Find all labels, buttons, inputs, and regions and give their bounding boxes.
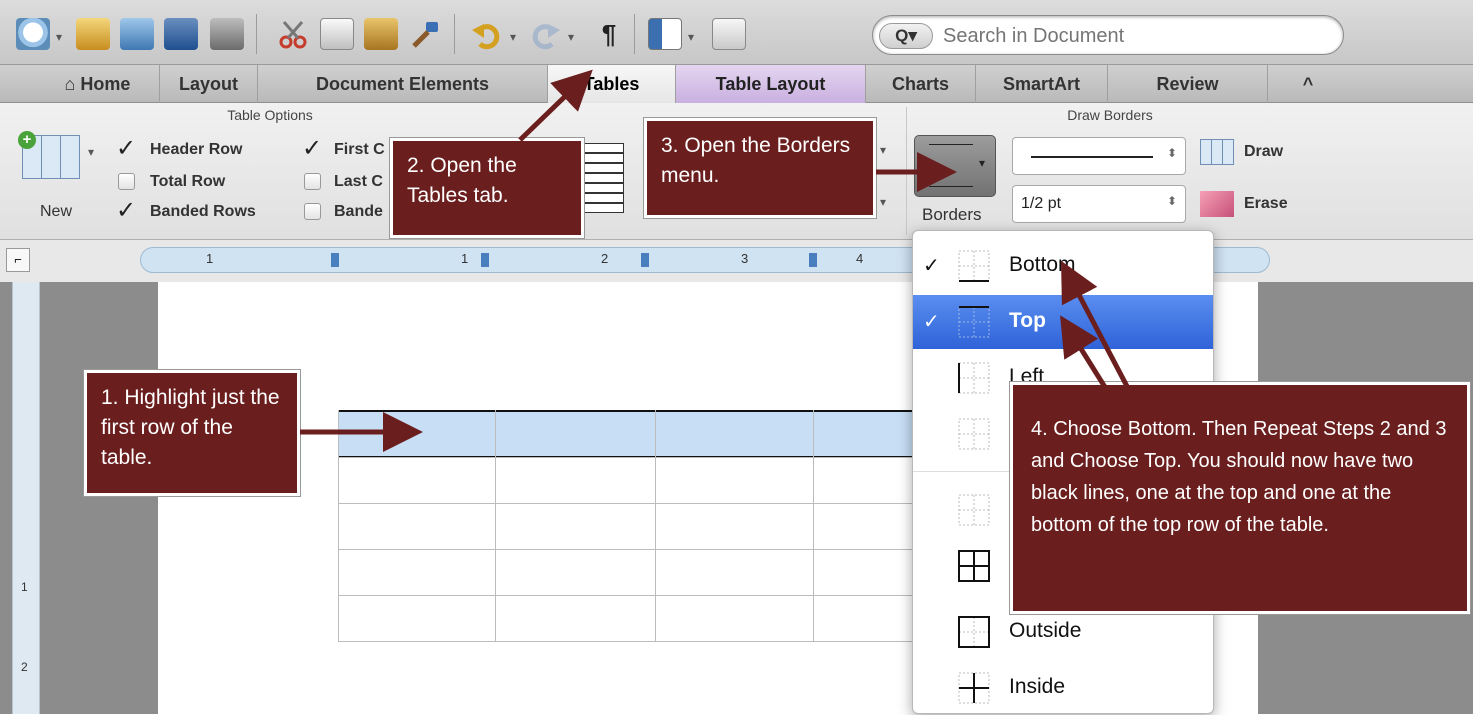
annotation-arrows xyxy=(300,69,1133,452)
arrow-step-2 xyxy=(518,69,593,142)
